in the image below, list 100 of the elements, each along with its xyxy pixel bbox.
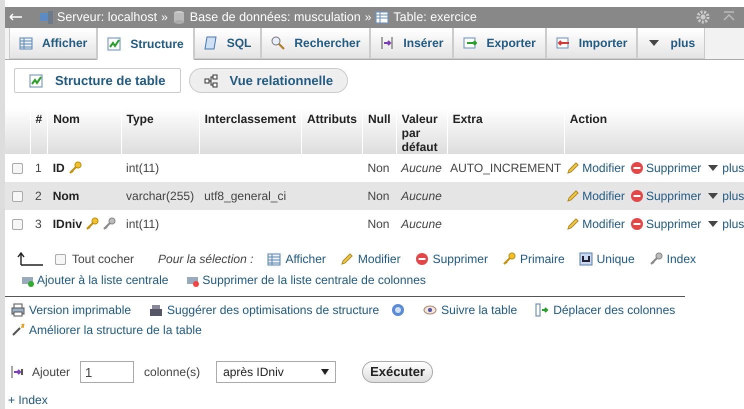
field-label: Ajouter xyxy=(32,364,70,381)
table-cell: varchar(255) xyxy=(126,189,194,203)
position-dropdown[interactable]: après IDniv xyxy=(216,361,336,383)
column-header[interactable]: Interclassement xyxy=(204,112,296,126)
column-header[interactable]: Nom xyxy=(53,112,80,126)
tab[interactable]: plus xyxy=(637,28,706,59)
table-cell: Aucune xyxy=(401,161,442,175)
key-icon xyxy=(85,217,100,231)
column-header[interactable]: # xyxy=(36,112,42,126)
settings-icon[interactable] xyxy=(696,10,710,24)
more-menu[interactable]: plus xyxy=(706,215,744,233)
relation-icon xyxy=(204,74,218,88)
column-header[interactable]: Action xyxy=(570,112,608,126)
row-number: 2 xyxy=(35,189,42,203)
action-link[interactable]: Supprimer xyxy=(630,187,702,205)
tab[interactable]: SQL xyxy=(194,28,262,59)
database-icon xyxy=(172,10,186,24)
action-link[interactable]: Supprimer xyxy=(630,215,702,233)
execute-button[interactable]: Exécuter xyxy=(362,361,433,383)
help-icon[interactable] xyxy=(391,303,406,317)
action-link[interactable]: Supprimer de la liste centrale de colonnes xyxy=(186,271,426,289)
key-icon xyxy=(648,252,663,266)
column-name: IDniv xyxy=(52,216,82,233)
key-icon xyxy=(502,252,516,266)
table-icon xyxy=(375,10,390,24)
dropdown-caret-icon xyxy=(321,369,330,375)
table-cell: utf8_general_ci xyxy=(204,189,286,203)
action-link[interactable]: Primaire xyxy=(502,250,565,268)
action-link[interactable]: Modifier xyxy=(566,187,625,205)
action-link[interactable]: Suivre la table xyxy=(423,301,518,319)
action-link[interactable]: Déplacer des colonnes xyxy=(535,301,676,319)
checkbox[interactable] xyxy=(12,162,23,174)
pencil-icon xyxy=(340,252,354,266)
subtab[interactable]: Vue relationnelle xyxy=(188,68,348,93)
action-link[interactable]: Ajouter à la liste centrale xyxy=(21,271,168,289)
table-cell: Aucune xyxy=(401,189,442,203)
column-header[interactable]: Attributs xyxy=(306,112,357,126)
eye-icon xyxy=(423,303,438,317)
tab[interactable]: Exporter xyxy=(453,28,546,59)
tab[interactable]: Afficher xyxy=(9,28,98,59)
checkbox[interactable] xyxy=(55,254,66,264)
action-link[interactable]: Version imprimable xyxy=(11,301,132,319)
insert-icon xyxy=(380,36,394,50)
tab[interactable]: Rechercher xyxy=(261,28,370,59)
table-icon xyxy=(267,252,282,266)
action-link[interactable]: Améliorer la structure de la table xyxy=(11,321,202,339)
minus-circle-icon xyxy=(630,161,644,175)
unique-icon xyxy=(578,252,593,266)
check-all[interactable]: Tout cocher xyxy=(55,250,134,268)
pencil-icon xyxy=(566,161,580,175)
scroll-icon xyxy=(204,36,218,50)
action-link[interactable]: Index xyxy=(648,250,696,268)
minus-circle-icon xyxy=(630,189,644,203)
import-icon xyxy=(556,36,570,50)
back-arrow-icon[interactable] xyxy=(9,12,23,22)
checkbox-label: Tout cocher xyxy=(72,251,134,268)
printer-icon xyxy=(11,303,25,317)
table-cell: int(11) xyxy=(126,161,160,175)
action-link[interactable]: Modifier xyxy=(566,215,625,233)
minus-circle-icon xyxy=(414,252,429,266)
breadcrumb-separator: » xyxy=(161,9,168,26)
more-menu[interactable]: plus xyxy=(706,159,744,177)
field-label: colonne(s) xyxy=(144,364,200,381)
pencil-icon xyxy=(566,189,580,203)
action-link[interactable]: Modifier xyxy=(340,250,401,268)
pencil-icon xyxy=(566,217,580,231)
column-header[interactable]: Valeur par défaut xyxy=(402,112,442,154)
table-cell: Non xyxy=(367,161,390,175)
checkbox[interactable] xyxy=(12,218,23,230)
tab[interactable]: Importer xyxy=(546,28,638,59)
action-link[interactable]: Modifier xyxy=(566,159,625,177)
structure-icon xyxy=(29,74,43,88)
number-field[interactable]: 1 xyxy=(80,361,134,383)
action-link[interactable]: Supprimer xyxy=(630,159,702,177)
column-name: ID xyxy=(52,160,65,177)
selection-label: Pour la sélection : xyxy=(158,251,254,268)
table-icon xyxy=(19,36,33,50)
subtab[interactable]: Structure de table xyxy=(14,68,181,93)
table-cell: Non xyxy=(367,189,390,203)
breadcrumb-link[interactable]: Serveur: localhost xyxy=(57,8,158,27)
action-link[interactable]: Unique xyxy=(578,250,635,268)
column-header[interactable]: Type xyxy=(126,112,154,126)
bent-arrow-icon xyxy=(17,252,43,266)
checkbox[interactable] xyxy=(12,190,23,202)
action-link[interactable]: Supprimer xyxy=(414,250,488,268)
column-header[interactable]: Extra xyxy=(452,112,483,126)
action-link[interactable]: Suggérer des optimisations de structure xyxy=(149,301,380,319)
action-link[interactable]: Afficher xyxy=(267,250,326,268)
breadcrumb-link[interactable]: Base de données: musculation xyxy=(190,8,361,27)
breadcrumb-link[interactable]: Table: exercice xyxy=(393,8,477,27)
export-icon xyxy=(463,36,478,50)
tab[interactable]: Structure xyxy=(97,28,194,60)
column-header[interactable]: Null xyxy=(368,112,391,126)
insert-icon xyxy=(10,365,24,379)
structure-icon xyxy=(107,36,122,50)
magic-wand-icon xyxy=(11,323,25,337)
more-menu[interactable]: plus xyxy=(706,187,744,205)
tab[interactable]: Insérer xyxy=(370,28,454,59)
add-index-link[interactable]: + Index xyxy=(8,393,48,407)
breadcrumb-separator: » xyxy=(364,9,372,26)
